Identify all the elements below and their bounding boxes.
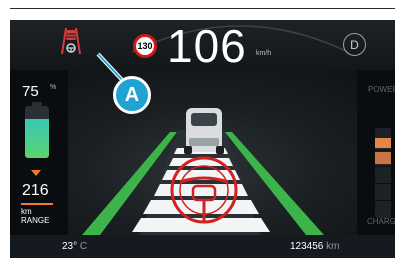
callout-a-marker: A	[113, 76, 151, 114]
callout-leader-line	[96, 52, 126, 84]
